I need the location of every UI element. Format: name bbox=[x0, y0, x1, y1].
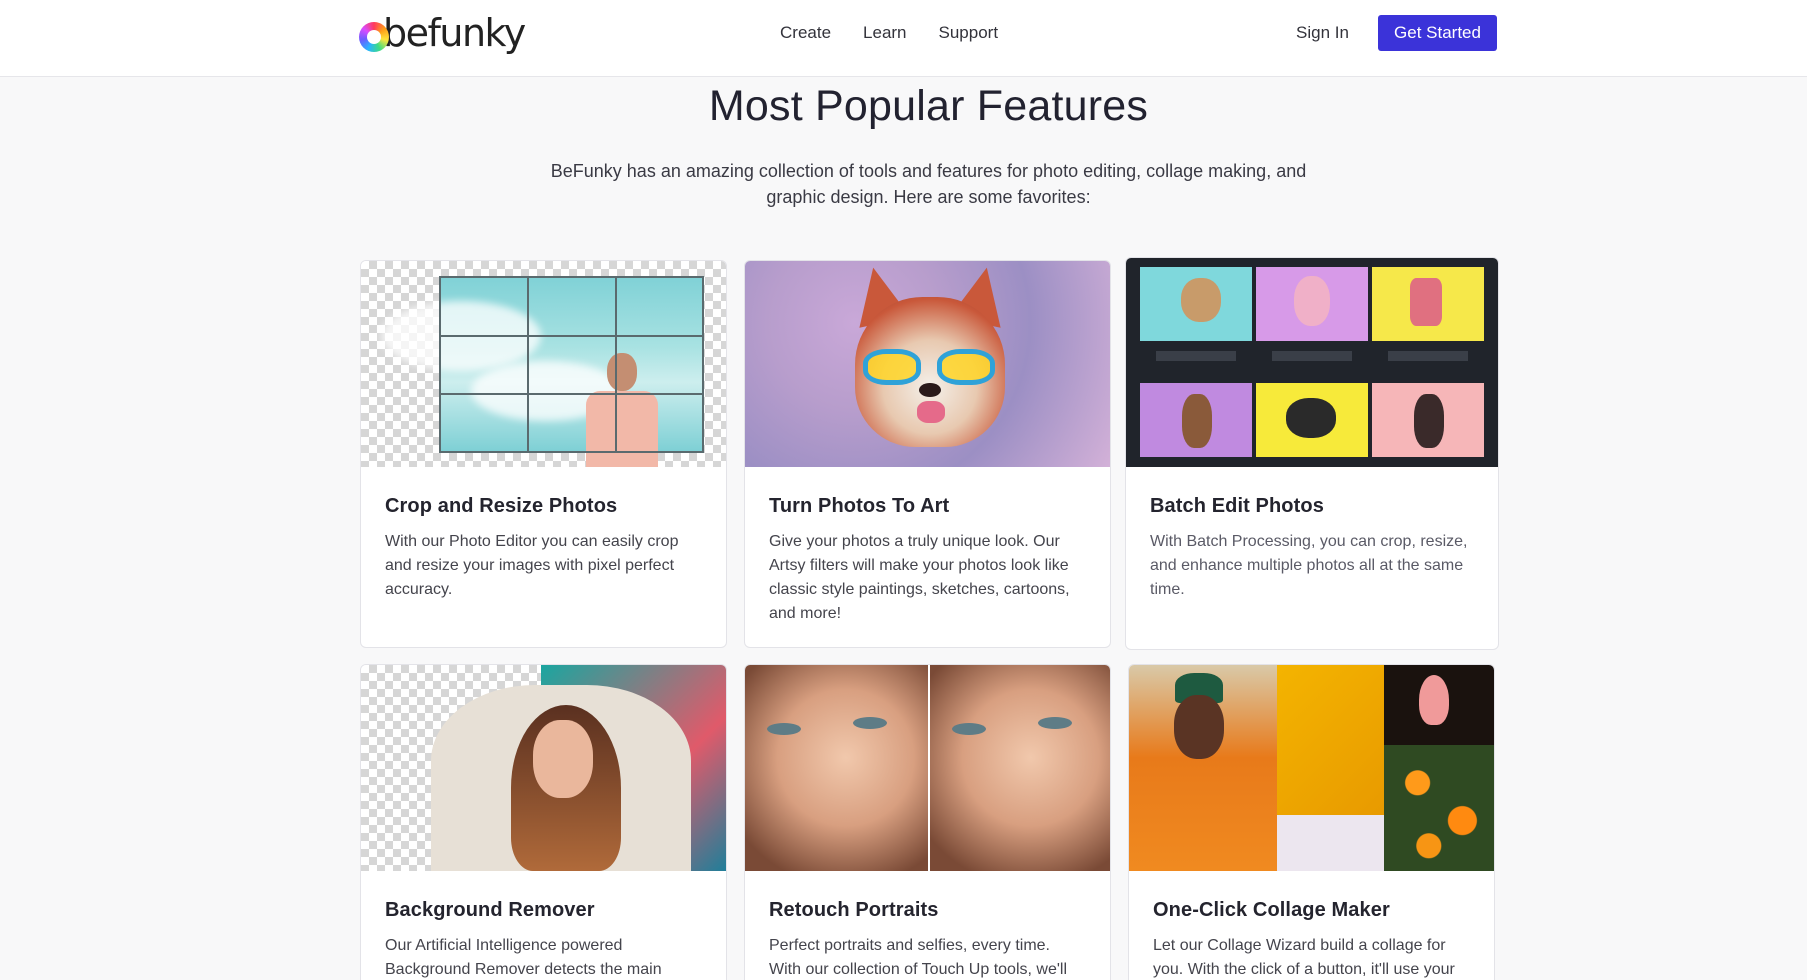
main-nav: Create Learn Support bbox=[780, 20, 998, 46]
feature-card-batch-edit[interactable]: Batch Edit Photos With Batch Processing,… bbox=[1125, 257, 1499, 650]
retouch-portraits-image bbox=[745, 665, 1110, 871]
card-description: Give your photos a truly unique look. Ou… bbox=[769, 533, 1070, 622]
befunky-logo[interactable]: befunky bbox=[359, 10, 526, 56]
photos-to-art-image bbox=[745, 261, 1110, 467]
card-title: Background Remover bbox=[385, 899, 595, 921]
card-description: Our Artificial Intelligence powered Back… bbox=[385, 937, 662, 978]
card-title: Batch Edit Photos bbox=[1150, 495, 1324, 517]
feature-card-crop-resize[interactable]: Crop and Resize Photos With our Photo Ed… bbox=[360, 260, 727, 648]
nav-learn-link[interactable]: Learn bbox=[863, 20, 906, 46]
card-description: Perfect portraits and selfies, every tim… bbox=[769, 937, 1068, 978]
feature-card-background-remover[interactable]: Background Remover Our Artificial Intell… bbox=[360, 664, 727, 980]
section-subtitle: BeFunky has an amazing collection of too… bbox=[550, 161, 1307, 207]
top-navigation-bar: befunky Create Learn Support Sign In Get… bbox=[0, 0, 1807, 77]
sign-in-link[interactable]: Sign In bbox=[1296, 20, 1349, 46]
logo-text: befunky bbox=[383, 11, 526, 55]
card-title: Turn Photos To Art bbox=[769, 495, 950, 517]
crop-grid-overlay bbox=[439, 276, 704, 453]
nav-create-link[interactable]: Create bbox=[780, 20, 831, 46]
card-title: Crop and Resize Photos bbox=[385, 495, 618, 517]
background-remover-image bbox=[361, 665, 726, 871]
card-title: One-Click Collage Maker bbox=[1153, 899, 1390, 921]
color-wheel-logo-icon bbox=[359, 22, 389, 52]
feature-card-photos-to-art[interactable]: Turn Photos To Art Give your photos a tr… bbox=[744, 260, 1111, 648]
crop-resize-image bbox=[361, 261, 726, 467]
card-description: Let our Collage Wizard build a collage f… bbox=[1153, 937, 1455, 978]
card-title: Retouch Portraits bbox=[769, 899, 939, 921]
card-description: With Batch Processing, you can crop, res… bbox=[1150, 533, 1468, 598]
nav-support-link[interactable]: Support bbox=[939, 20, 999, 46]
feature-card-collage-maker[interactable]: One-Click Collage Maker Let our Collage … bbox=[1128, 664, 1495, 980]
card-description: With our Photo Editor you can easily cro… bbox=[385, 533, 679, 598]
feature-card-retouch-portraits[interactable]: Retouch Portraits Perfect portraits and … bbox=[744, 664, 1111, 980]
collage-maker-image bbox=[1129, 665, 1494, 871]
section-title: Most Popular Features bbox=[708, 82, 1149, 130]
get-started-button[interactable]: Get Started bbox=[1378, 15, 1497, 51]
batch-edit-image bbox=[1126, 258, 1498, 467]
